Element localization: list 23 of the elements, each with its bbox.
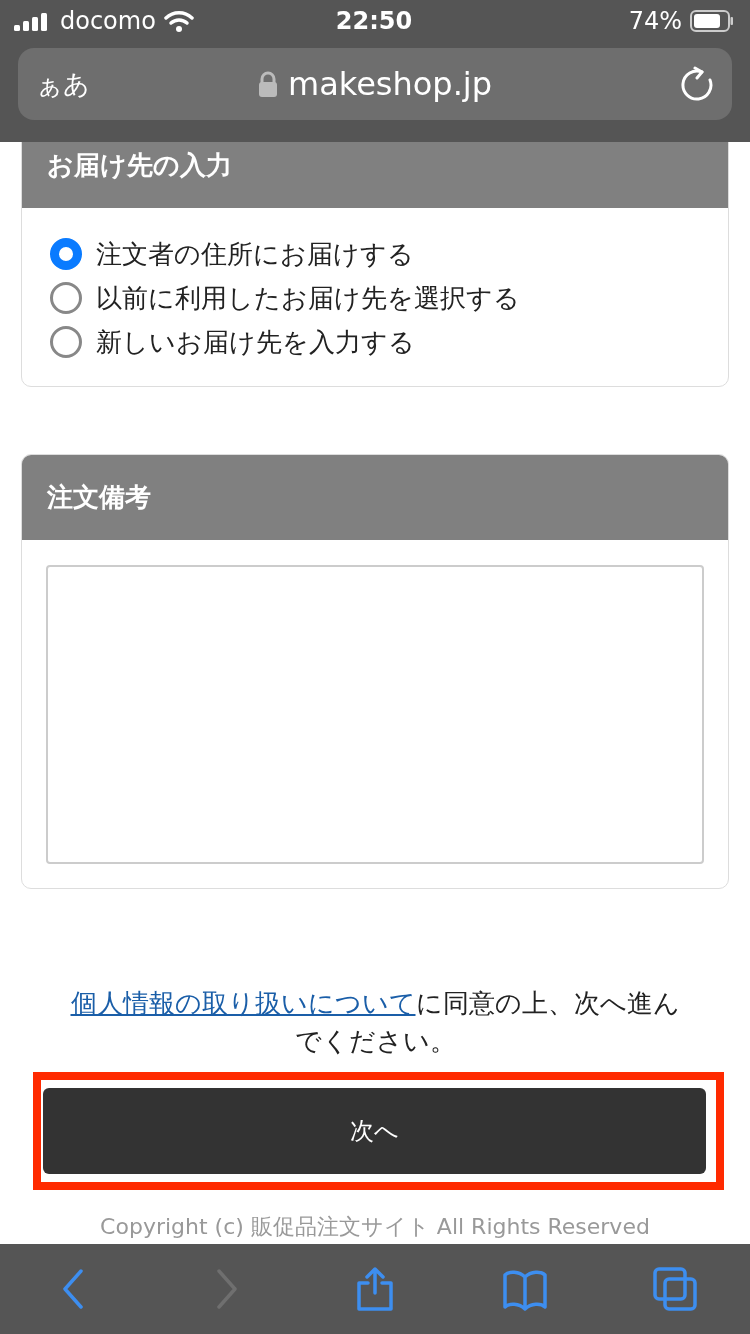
tabs-icon [651, 1265, 699, 1313]
consent-notice: 個人情報の取り扱いについて に同意の上、次へ進んでください。 [69, 987, 681, 1058]
url-text[interactable]: makeshop.jp [287, 65, 493, 103]
reload-icon[interactable] [680, 66, 714, 102]
copyright-text: Copyright (c) 販促品注文サイト All Rights Reserved [99, 1213, 651, 1241]
lock-icon [257, 71, 278, 97]
radio-label[interactable]: 注文者の住所にお届けする [96, 236, 414, 272]
carrier-name: docomo [60, 7, 156, 35]
radio-button[interactable] [50, 238, 82, 270]
section-title: お届け先の入力 [22, 142, 728, 208]
wifi-icon [163, 10, 194, 32]
remarks-field[interactable] [46, 565, 704, 864]
radio-button[interactable] [50, 326, 82, 358]
text-size-button[interactable]: ぁあ [36, 66, 258, 102]
privacy-link[interactable]: 個人情報の取り扱いについて [70, 988, 416, 1018]
battery-icon [690, 10, 734, 32]
section-title: 注文備考 [22, 455, 728, 540]
clock-time: 22:50 [335, 7, 413, 35]
next-button[interactable]: 次へ [43, 1088, 706, 1174]
radio-button[interactable] [50, 282, 82, 314]
radio-label[interactable]: 以前に利用したお届け先を選択する [96, 280, 520, 316]
radio-label[interactable]: 新しいお届け先を入力する [96, 324, 415, 360]
battery-percent: 74% [628, 7, 682, 35]
